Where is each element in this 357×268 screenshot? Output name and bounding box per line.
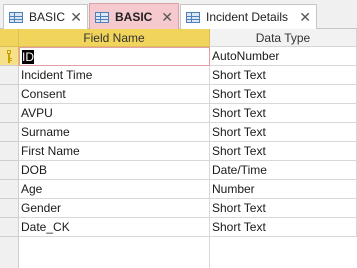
field-name-cell[interactable]: DOB [19,161,210,180]
document-tab-bar: BASIC ✕ BASIC ✕ Incident Details ✕ [0,0,357,30]
field-name-cell[interactable]: First Name [19,142,210,161]
field-name-cell[interactable]: ID [19,47,210,66]
field-name-cell[interactable]: Age [19,180,210,199]
table-row: Gender Short Text [0,199,357,218]
data-type-cell[interactable]: Short Text [210,142,357,161]
row-selector[interactable] [0,104,19,123]
row-selector[interactable] [0,47,19,66]
tab-basic-2[interactable]: BASIC ✕ [89,3,179,30]
row-selector[interactable] [0,161,19,180]
data-type-cell[interactable]: Short Text [210,199,357,218]
data-type-cell[interactable]: Short Text [210,104,357,123]
row-selector[interactable] [0,180,19,199]
field-name-cell[interactable]: Incident Time [19,66,210,85]
data-type-cell[interactable]: Short Text [210,85,357,104]
table-row: ID AutoNumber [0,47,357,66]
table-icon [186,11,200,23]
column-header-field-name[interactable]: Field Name [19,29,210,47]
data-type-cell[interactable]: Number [210,180,357,199]
close-icon[interactable]: ✕ [161,10,173,24]
field-name-column-divider [19,237,210,268]
field-name-text: ID [22,50,34,64]
field-name-cell[interactable]: Surname [19,123,210,142]
tab-label: Incident Details [206,10,289,24]
tab-label: BASIC [29,10,66,24]
table-row: AVPU Short Text [0,104,357,123]
table-row: DOB Date/Time [0,161,357,180]
data-type-cell[interactable]: Short Text [210,123,357,142]
row-selector[interactable] [0,218,19,237]
data-type-cell[interactable]: Short Text [210,66,357,85]
table-row: Consent Short Text [0,85,357,104]
row-selector[interactable] [0,123,19,142]
row-selector-column [0,237,19,268]
table-row: Surname Short Text [0,123,357,142]
tab-incident-details[interactable]: Incident Details ✕ [180,4,317,29]
close-icon[interactable]: ✕ [70,10,82,24]
row-selector[interactable] [0,199,19,218]
data-type-cell[interactable]: AutoNumber [210,47,357,66]
column-header-label: Data Type [255,30,311,45]
table-icon [9,11,23,23]
table-row: Incident Time Short Text [0,66,357,85]
close-icon[interactable]: ✕ [299,10,311,24]
field-name-cell[interactable]: AVPU [19,104,210,123]
row-selector[interactable] [0,85,19,104]
table-row: Age Number [0,180,357,199]
field-name-cell[interactable]: Gender [19,199,210,218]
primary-key-icon [7,50,12,63]
data-type-cell[interactable]: Short Text [210,218,357,237]
data-type-cell[interactable]: Date/Time [210,161,357,180]
table-row: First Name Short Text [0,142,357,161]
grid-corner[interactable] [0,29,19,47]
table-design-grid: Field Name Data Type ID AutoNumber Incid… [0,29,357,268]
field-name-cell[interactable]: Date_CK [19,218,210,237]
column-header-label: Field Name [83,30,145,45]
tab-label: BASIC [115,10,153,24]
data-type-text: AutoNumber [212,49,280,63]
table-icon [95,11,109,23]
row-selector[interactable] [0,66,19,85]
tab-basic-1[interactable]: BASIC ✕ [3,4,88,29]
row-selector[interactable] [0,142,19,161]
table-row: Date_CK Short Text [0,218,357,237]
field-name-cell[interactable]: Consent [19,85,210,104]
column-header-data-type[interactable]: Data Type [210,29,357,47]
